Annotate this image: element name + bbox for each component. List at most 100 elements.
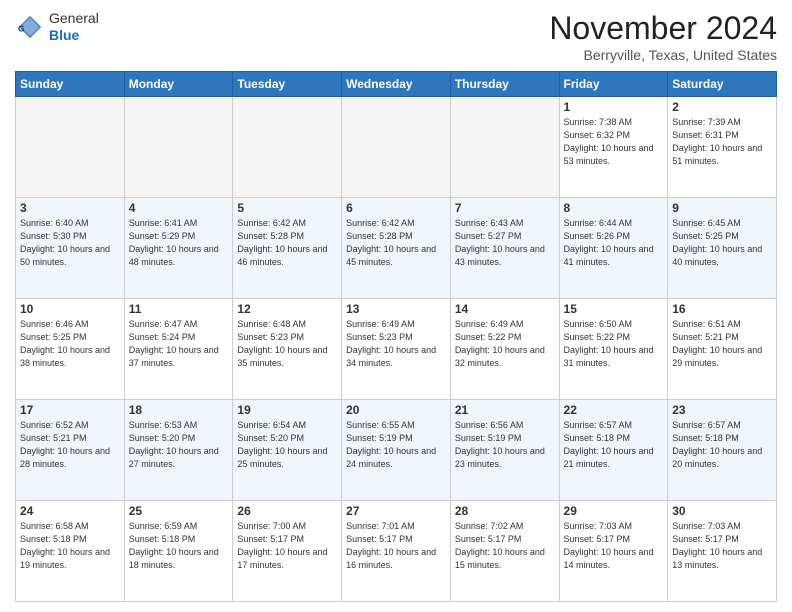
calendar-cell-22: 22Sunrise: 6:57 AMSunset: 5:18 PMDayligh… xyxy=(559,400,668,501)
day-number: 17 xyxy=(20,403,120,417)
calendar-cell-19: 19 Sunrise: 6:54 AMSunset: 5:20 PMDayligh… xyxy=(233,400,342,501)
calendar-week-4: 17 Sunrise: 6:52 AMSunset: 5:21 PMDayligh… xyxy=(16,400,777,501)
day-info: Sunrise: 6:48 AMSunset: 5:23 PMDaylight:… xyxy=(237,318,337,370)
title-section: November 2024 Berryville, Texas, United … xyxy=(549,10,777,63)
calendar-cell-20: 20Sunrise: 6:55 AMSunset: 5:19 PMDayligh… xyxy=(342,400,451,501)
calendar-cell-empty xyxy=(450,97,559,198)
calendar-cell-16: 16 Sunrise: 6:51 AMSunset: 5:21 PMDayligh… xyxy=(668,299,777,400)
calendar-cell-empty xyxy=(16,97,125,198)
calendar-cell-26: 26 Sunrise: 7:00 AMSunset: 5:17 PMDayligh… xyxy=(233,501,342,602)
day-info: Sunrise: 6:54 AMSunset: 5:20 PMDaylight:… xyxy=(237,419,337,471)
day-info: Sunrise: 6:57 AMSunset: 5:18 PMDaylight:… xyxy=(672,419,772,471)
day-info: Sunrise: 6:42 AMSunset: 5:28 PMDaylight:… xyxy=(237,217,337,269)
calendar-cell-10: 10Sunrise: 6:46 AMSunset: 5:25 PMDayligh… xyxy=(16,299,125,400)
calendar-cell-9: 9 Sunrise: 6:45 AMSunset: 5:25 PMDaylight… xyxy=(668,198,777,299)
day-info: Sunrise: 6:49 AMSunset: 5:22 PMDaylight:… xyxy=(455,318,555,370)
day-number: 11 xyxy=(129,302,229,316)
day-info: Sunrise: 6:47 AMSunset: 5:24 PMDaylight:… xyxy=(129,318,229,370)
calendar-cell-28: 28Sunrise: 7:02 AMSunset: 5:17 PMDayligh… xyxy=(450,501,559,602)
calendar-cell-30: 30 Sunrise: 7:03 AMSunset: 5:17 PMDayligh… xyxy=(668,501,777,602)
calendar-cell-29: 29Sunrise: 7:03 AMSunset: 5:17 PMDayligh… xyxy=(559,501,668,602)
logo: G General Blue xyxy=(15,10,99,44)
calendar-cell-27: 27 Sunrise: 7:01 AMSunset: 5:17 PMDayligh… xyxy=(342,501,451,602)
day-number: 13 xyxy=(346,302,446,316)
calendar-cell-4: 4Sunrise: 6:41 AMSunset: 5:29 PMDaylight… xyxy=(124,198,233,299)
day-number: 6 xyxy=(346,201,446,215)
day-info: Sunrise: 7:03 AMSunset: 5:17 PMDaylight:… xyxy=(672,520,772,572)
calendar-cell-5: 5 Sunrise: 6:42 AMSunset: 5:28 PMDaylight… xyxy=(233,198,342,299)
day-info: Sunrise: 6:51 AMSunset: 5:21 PMDaylight:… xyxy=(672,318,772,370)
day-info: Sunrise: 6:52 AMSunset: 5:21 PMDaylight:… xyxy=(20,419,120,471)
calendar-cell-8: 8Sunrise: 6:44 AMSunset: 5:26 PMDaylight… xyxy=(559,198,668,299)
calendar-cell-2: 2 Sunrise: 7:39 AMSunset: 6:31 PMDaylight… xyxy=(668,97,777,198)
day-number: 22 xyxy=(564,403,664,417)
calendar-header-row: SundayMondayTuesdayWednesdayThursdayFrid… xyxy=(16,72,777,97)
calendar-cell-18: 18Sunrise: 6:53 AMSunset: 5:20 PMDayligh… xyxy=(124,400,233,501)
calendar-cell-21: 21 Sunrise: 6:56 AMSunset: 5:19 PMDayligh… xyxy=(450,400,559,501)
day-number: 30 xyxy=(672,504,772,518)
day-number: 14 xyxy=(455,302,555,316)
day-info: Sunrise: 6:42 AMSunset: 5:28 PMDaylight:… xyxy=(346,217,446,269)
day-info: Sunrise: 6:46 AMSunset: 5:25 PMDaylight:… xyxy=(20,318,120,370)
calendar-week-1: 1 Sunrise: 7:38 AMSunset: 6:32 PMDaylight… xyxy=(16,97,777,198)
calendar-header-friday: Friday xyxy=(559,72,668,97)
calendar-header-wednesday: Wednesday xyxy=(342,72,451,97)
day-info: Sunrise: 6:58 AMSunset: 5:18 PMDaylight:… xyxy=(20,520,120,572)
header: G General Blue November 2024 Berryville,… xyxy=(15,10,777,63)
calendar-cell-7: 7 Sunrise: 6:43 AMSunset: 5:27 PMDaylight… xyxy=(450,198,559,299)
day-number: 18 xyxy=(129,403,229,417)
day-info: Sunrise: 6:56 AMSunset: 5:19 PMDaylight:… xyxy=(455,419,555,471)
day-info: Sunrise: 7:38 AMSunset: 6:32 PMDaylight:… xyxy=(564,116,664,168)
calendar-header-sunday: Sunday xyxy=(16,72,125,97)
svg-text:G: G xyxy=(18,24,24,33)
day-info: Sunrise: 6:40 AMSunset: 5:30 PMDaylight:… xyxy=(20,217,120,269)
calendar-week-3: 10Sunrise: 6:46 AMSunset: 5:25 PMDayligh… xyxy=(16,299,777,400)
location: Berryville, Texas, United States xyxy=(549,47,777,63)
calendar-cell-13: 13 Sunrise: 6:49 AMSunset: 5:23 PMDayligh… xyxy=(342,299,451,400)
calendar-header-saturday: Saturday xyxy=(668,72,777,97)
calendar-header-monday: Monday xyxy=(124,72,233,97)
calendar-cell-15: 15 Sunrise: 6:50 AMSunset: 5:22 PMDayligh… xyxy=(559,299,668,400)
day-number: 19 xyxy=(237,403,337,417)
day-info: Sunrise: 7:01 AMSunset: 5:17 PMDaylight:… xyxy=(346,520,446,572)
day-info: Sunrise: 7:00 AMSunset: 5:17 PMDaylight:… xyxy=(237,520,337,572)
day-number: 7 xyxy=(455,201,555,215)
calendar-cell-25: 25Sunrise: 6:59 AMSunset: 5:18 PMDayligh… xyxy=(124,501,233,602)
calendar-week-2: 3Sunrise: 6:40 AMSunset: 5:30 PMDaylight… xyxy=(16,198,777,299)
day-number: 21 xyxy=(455,403,555,417)
day-number: 20 xyxy=(346,403,446,417)
day-info: Sunrise: 6:43 AMSunset: 5:27 PMDaylight:… xyxy=(455,217,555,269)
day-info: Sunrise: 6:41 AMSunset: 5:29 PMDaylight:… xyxy=(129,217,229,269)
day-info: Sunrise: 7:03 AMSunset: 5:17 PMDaylight:… xyxy=(564,520,664,572)
day-number: 5 xyxy=(237,201,337,215)
logo-icon: G xyxy=(15,12,45,42)
calendar-cell-empty xyxy=(233,97,342,198)
day-number: 28 xyxy=(455,504,555,518)
calendar-cell-3: 3Sunrise: 6:40 AMSunset: 5:30 PMDaylight… xyxy=(16,198,125,299)
day-number: 24 xyxy=(20,504,120,518)
calendar-week-5: 24 Sunrise: 6:58 AMSunset: 5:18 PMDayligh… xyxy=(16,501,777,602)
page: G General Blue November 2024 Berryville,… xyxy=(0,0,792,612)
day-number: 15 xyxy=(564,302,664,316)
day-number: 9 xyxy=(672,201,772,215)
day-info: Sunrise: 6:45 AMSunset: 5:25 PMDaylight:… xyxy=(672,217,772,269)
calendar-cell-14: 14 Sunrise: 6:49 AMSunset: 5:22 PMDayligh… xyxy=(450,299,559,400)
calendar-cell-empty xyxy=(124,97,233,198)
calendar-cell-24: 24 Sunrise: 6:58 AMSunset: 5:18 PMDayligh… xyxy=(16,501,125,602)
day-number: 1 xyxy=(564,100,664,114)
day-info: Sunrise: 6:50 AMSunset: 5:22 PMDaylight:… xyxy=(564,318,664,370)
day-number: 27 xyxy=(346,504,446,518)
calendar-cell-6: 6 Sunrise: 6:42 AMSunset: 5:28 PMDaylight… xyxy=(342,198,451,299)
day-info: Sunrise: 7:39 AMSunset: 6:31 PMDaylight:… xyxy=(672,116,772,168)
day-info: Sunrise: 6:49 AMSunset: 5:23 PMDaylight:… xyxy=(346,318,446,370)
calendar-cell-1: 1 Sunrise: 7:38 AMSunset: 6:32 PMDaylight… xyxy=(559,97,668,198)
calendar-cell-empty xyxy=(342,97,451,198)
day-number: 16 xyxy=(672,302,772,316)
day-number: 12 xyxy=(237,302,337,316)
logo-general: General xyxy=(49,10,99,27)
day-number: 26 xyxy=(237,504,337,518)
logo-blue: Blue xyxy=(49,27,99,44)
day-number: 2 xyxy=(672,100,772,114)
calendar-header-tuesday: Tuesday xyxy=(233,72,342,97)
day-number: 25 xyxy=(129,504,229,518)
